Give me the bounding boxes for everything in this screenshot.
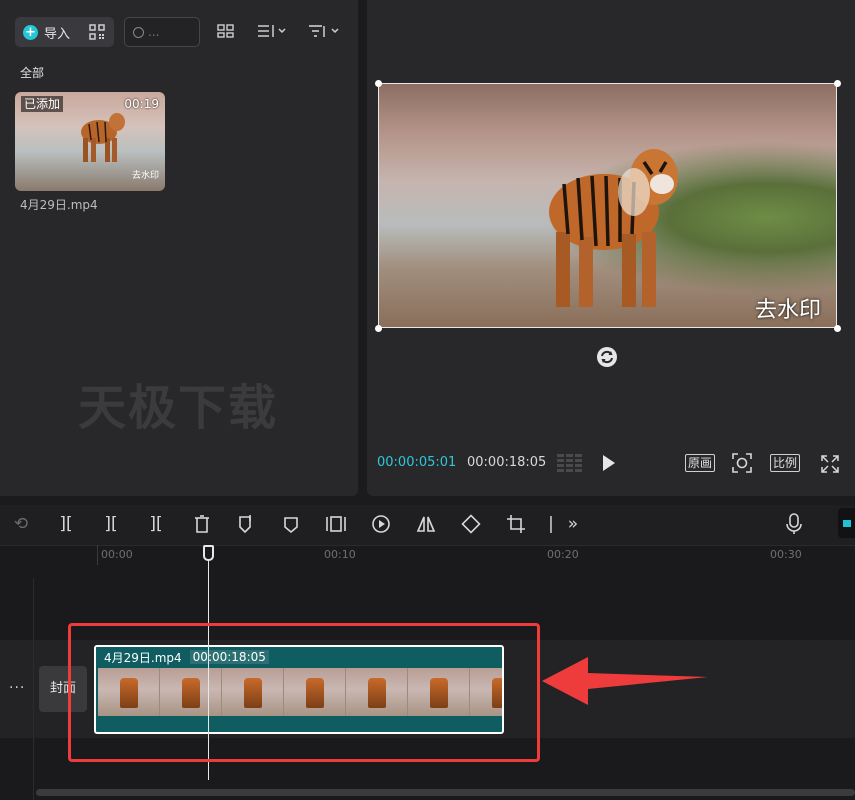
trim-left-icon[interactable]: ][ [100, 513, 122, 535]
reverse-play-icon[interactable] [370, 513, 392, 535]
grid-view-icon[interactable] [217, 23, 235, 39]
microphone-icon[interactable] [786, 513, 802, 535]
track-header-divider [33, 578, 34, 800]
delete-icon[interactable] [191, 513, 213, 535]
import-group: + 导入 [15, 17, 114, 47]
original-quality-button[interactable]: 原画 [685, 454, 716, 472]
filter-icon[interactable] [308, 23, 342, 39]
section-label-all[interactable]: 全部 [20, 64, 44, 81]
import-label: 导入 [44, 26, 71, 42]
media-thumbnail[interactable]: 已添加 00:19 去水印 [15, 92, 165, 191]
panel-watermark: 天极下载 [78, 380, 279, 436]
plus-icon: + [23, 24, 38, 40]
waveform-icon[interactable] [557, 453, 583, 473]
qr-code-icon[interactable] [89, 24, 105, 40]
added-badge: 已添加 [21, 96, 64, 112]
search-field[interactable] [124, 17, 200, 47]
highlight-box [68, 623, 540, 762]
fullscreen-icon[interactable] [821, 455, 839, 473]
aspect-ratio-button[interactable]: 比例 [770, 454, 801, 472]
mirror-icon[interactable] [415, 513, 437, 535]
tiger-image [549, 149, 678, 307]
media-panel: + 导入 ... 全部 已添加 00:19 去水印 4月29日.mp4 天极下载 [0, 0, 358, 496]
annotation-arrow [542, 657, 708, 705]
tiger-image [81, 113, 125, 162]
play-icon[interactable] [603, 455, 615, 471]
import-button[interactable]: + 导入 [15, 17, 70, 47]
track-more-icon[interactable]: ··· [9, 680, 25, 696]
duration-badge: 00:19 [124, 97, 159, 111]
resize-handle-top-right[interactable] [834, 80, 841, 87]
freeze-frame-icon[interactable] [325, 513, 347, 535]
video-watermark: 去水印 [754, 298, 821, 323]
search-input[interactable] [148, 25, 198, 39]
trim-right-icon[interactable]: ][ [145, 513, 167, 535]
total-time: 00:00:18:05 [467, 455, 547, 470]
sort-icon[interactable] [257, 23, 289, 39]
search-icon [133, 26, 144, 38]
video-preview[interactable]: 去水印 [378, 83, 837, 328]
focus-icon[interactable] [732, 453, 752, 473]
rotate-icon[interactable] [597, 347, 617, 367]
rotate-clip-icon[interactable] [460, 513, 482, 535]
crop-icon[interactable] [505, 513, 527, 535]
ruler-tick: 00:00 [101, 548, 133, 561]
toolbar-divider: | [548, 514, 554, 534]
resize-handle-bottom-left[interactable] [375, 325, 382, 332]
marker-add-icon[interactable] [235, 513, 257, 535]
more-tools-icon[interactable]: » [562, 513, 584, 535]
ruler-tick: 00:20 [547, 548, 579, 561]
redo-icon[interactable]: ⟲ [10, 513, 32, 535]
main-track-magnet-button[interactable] [838, 508, 855, 538]
timeline-scrollbar[interactable] [36, 789, 855, 796]
current-time: 00:00:05:01 [377, 455, 457, 470]
resize-handle-bottom-right[interactable] [834, 325, 841, 332]
video-editor: + 导入 ... 全部 已添加 00:19 去水印 4月29日.mp4 天极下载… [0, 0, 855, 800]
playhead-handle[interactable] [203, 545, 214, 561]
ruler-tick: 00:30 [770, 548, 802, 561]
marker-icon[interactable] [280, 513, 302, 535]
resize-handle-top-left[interactable] [375, 80, 382, 87]
media-filename: 4月29日.mp4 [20, 198, 98, 212]
ruler-tick: 00:10 [324, 548, 356, 561]
split-icon[interactable]: ][ [55, 513, 77, 535]
thumbnail-watermark: 去水印 [131, 171, 159, 181]
